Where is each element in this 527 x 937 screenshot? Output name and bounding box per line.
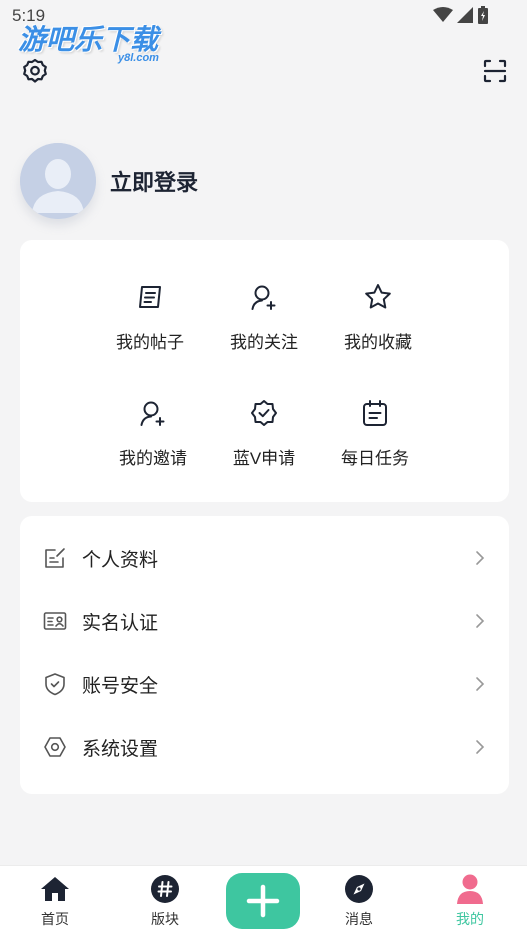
tab-sections[interactable]: 版块 xyxy=(135,874,195,929)
grid-label: 我的收藏 xyxy=(344,333,412,352)
avatar[interactable] xyxy=(20,143,96,219)
menu-item-real-name-auth[interactable]: 实名认证 xyxy=(20,590,509,652)
login-link[interactable]: 立即登录 xyxy=(110,165,198,197)
grid-item-my-posts[interactable]: 我的帖子 xyxy=(100,282,200,353)
edit-profile-icon xyxy=(43,546,67,570)
grid-item-my-favorites[interactable]: 我的收藏 xyxy=(328,282,428,353)
menu-item-profile[interactable]: 个人资料 xyxy=(20,527,509,589)
status-icons xyxy=(433,6,489,24)
chevron-right-icon xyxy=(473,551,487,565)
home-icon xyxy=(40,874,70,904)
follow-icon xyxy=(249,282,279,312)
tab-label: 我的 xyxy=(456,911,484,927)
menu-label: 个人资料 xyxy=(82,549,159,571)
settings-gear-icon[interactable] xyxy=(20,56,50,86)
verified-badge-icon xyxy=(249,398,279,428)
id-card-icon xyxy=(43,609,67,633)
grid-label: 我的帖子 xyxy=(116,333,184,352)
plus-icon xyxy=(246,884,280,918)
menu-label: 账号安全 xyxy=(82,675,159,697)
tab-home[interactable]: 首页 xyxy=(25,874,85,929)
wifi-icon xyxy=(433,7,453,22)
menu-label: 系统设置 xyxy=(82,738,159,760)
user-icon xyxy=(455,874,485,904)
invite-icon xyxy=(138,398,168,428)
menu-item-account-security[interactable]: 账号安全 xyxy=(20,653,509,715)
create-post-button[interactable] xyxy=(226,873,300,929)
grid-label: 我的关注 xyxy=(230,333,298,352)
chevron-right-icon xyxy=(473,614,487,628)
calendar-icon xyxy=(360,398,390,428)
settings-menu-card: 个人资料 实名认证 账号安全 系统设置 xyxy=(20,516,509,794)
chevron-right-icon xyxy=(473,677,487,691)
grid-label: 每日任务 xyxy=(341,449,409,468)
grid-item-daily-tasks[interactable]: 每日任务 xyxy=(325,398,425,469)
scan-icon[interactable] xyxy=(480,56,510,86)
tab-mine[interactable]: 我的 xyxy=(440,874,500,929)
watermark-sub: y8l.com xyxy=(118,52,159,64)
compass-icon xyxy=(344,874,374,904)
menu-label: 实名认证 xyxy=(82,612,159,634)
grid-item-my-invites[interactable]: 我的邀请 xyxy=(103,398,203,469)
tab-label: 首页 xyxy=(41,911,69,927)
shield-icon xyxy=(43,672,67,696)
star-icon xyxy=(363,282,393,312)
grid-label: 蓝V申请 xyxy=(232,449,296,468)
tab-label: 消息 xyxy=(345,911,373,927)
grid-label: 我的邀请 xyxy=(119,449,187,468)
posts-icon xyxy=(135,282,165,312)
profile-header[interactable]: 立即登录 xyxy=(20,143,198,219)
shortcut-card: 我的帖子 我的关注 我的收藏 我的邀请 蓝V申请 每日任务 xyxy=(20,240,509,502)
tab-label: 版块 xyxy=(151,911,179,927)
grid-item-blue-v-apply[interactable]: 蓝V申请 xyxy=(214,398,314,469)
grid-item-my-follows[interactable]: 我的关注 xyxy=(214,282,314,353)
hash-icon xyxy=(150,874,180,904)
signal-icon xyxy=(457,7,473,23)
hexagon-settings-icon xyxy=(43,735,67,759)
tab-messages[interactable]: 消息 xyxy=(329,874,389,929)
battery-icon xyxy=(478,6,488,24)
menu-item-system-settings[interactable]: 系统设置 xyxy=(20,716,509,778)
chevron-right-icon xyxy=(473,740,487,754)
